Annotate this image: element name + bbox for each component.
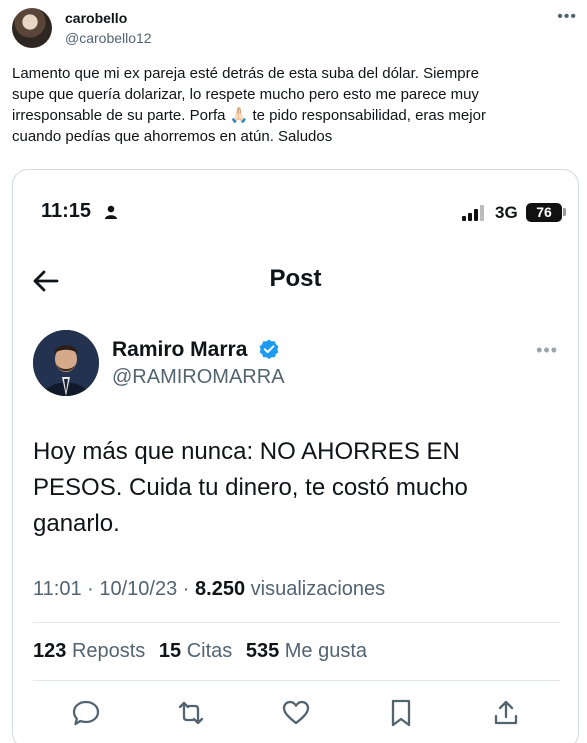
repost-icon[interactable] [176,698,206,728]
post-text: Hoy más que nunca: NO AHORRES EN PESOS. … [33,434,553,542]
person-icon [105,205,117,219]
battery-indicator: 76 [526,203,562,222]
reposts-count: 123 [33,640,67,662]
post-time[interactable]: 11:01 [33,578,82,600]
likes-label: Me gusta [284,640,368,662]
author-display-name[interactable]: Ramiro Marra [112,338,247,362]
likes-count: 535 [245,640,280,662]
phone-status-bar: 11:15 3G 76 [13,170,578,250]
more-horizontal-icon[interactable]: ••• [557,8,577,26]
views-label: visualizaciones [250,578,386,600]
meta-separator: · [87,578,94,600]
likes-stat[interactable]: 535 Me gusta [246,640,367,662]
tweet-text-line: irresponsable de su parte. Porfa 🙏🏻 te p… [12,107,486,124]
post-nav-bar: Post [13,260,578,300]
share-icon[interactable] [491,698,521,728]
tweet-text-line: supe que quería dolarizar, lo respete mu… [12,86,479,103]
verified-badge-icon [259,339,279,359]
more-horizontal-icon[interactable]: ••• [536,340,558,361]
outer-tweet-header: carobello @carobello12 ••• [12,8,577,52]
attached-screenshot[interactable]: 11:15 3G 76 Post Ramiro Marra @RAMIROMAR… [12,169,579,743]
quotes-stat[interactable]: 15 Citas [159,640,238,662]
page-title: Post [269,265,322,292]
network-type: 3G [495,203,518,222]
outer-tweet-text: Lamento que mi ex pareja esté detrás de … [12,63,567,147]
views-count: 8.250 [195,578,246,600]
post-stats: 123 Reposts 15 Citas 535 Me gusta [33,640,375,663]
post-actions [13,698,578,734]
battery-nub [563,208,566,216]
divider [33,680,560,681]
post-author: Ramiro Marra @RAMIROMARRA ••• [13,330,578,400]
post-text-line: Hoy más que nunca: NO AHORRES EN [33,438,460,465]
post-date[interactable]: 10/10/23 [99,578,177,600]
outer-handle[interactable]: @carobello12 [65,30,152,46]
outer-display-name[interactable]: carobello [65,10,127,26]
avatar[interactable] [12,8,52,48]
tweet-text-line: cuando pedías que ahorremos en atún. Sal… [12,128,333,145]
post-meta: 11:01 · 10/10/23 · 8.250 visualizaciones [33,578,385,601]
reposts-stat[interactable]: 123 Reposts [33,640,151,662]
divider [33,622,560,623]
post-text-line: PESOS. Cuida tu dinero, te costó mucho [33,474,468,501]
meta-separator: · [182,578,190,600]
signal-icon [462,205,484,221]
reply-icon[interactable] [71,698,101,728]
bookmark-icon[interactable] [386,698,416,728]
quotes-count: 15 [158,640,182,662]
status-time: 11:15 [41,200,92,222]
reposts-label: Reposts [71,640,146,662]
avatar-portrait-icon [33,330,99,396]
author-handle[interactable]: @RAMIROMARRA [112,366,285,389]
tweet-text-line: Lamento que mi ex pareja esté detrás de … [12,65,479,82]
like-icon[interactable] [281,698,311,728]
post-text-line: ganarlo. [33,510,120,537]
quotes-label: Citas [186,640,233,662]
author-avatar[interactable] [33,330,99,396]
